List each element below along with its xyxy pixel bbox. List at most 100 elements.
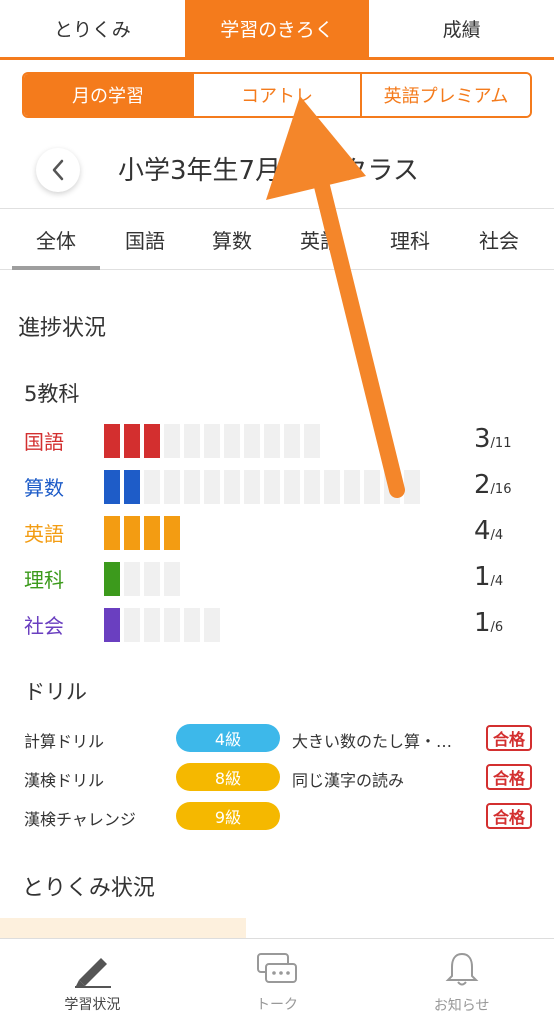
progress-cell-remaining: [164, 470, 180, 504]
nav-label: トーク: [256, 996, 298, 1013]
top-tab-bar: とりくみ 学習のきろく 成績: [0, 0, 554, 60]
progress-count: 3/11: [474, 424, 511, 454]
progress-total: /11: [490, 436, 512, 451]
tab-grades[interactable]: 成績: [369, 0, 554, 57]
pencil-icon: [75, 957, 112, 988]
progress-cell-done: [124, 470, 140, 504]
subject-tab-bar: 全体 国語 算数 英語 理科 社会: [0, 208, 554, 270]
progress-bar: [104, 608, 220, 642]
drill-row[interactable]: 漢検チャレンジ 9級 合格: [24, 802, 534, 832]
progress-cell-remaining: [264, 424, 280, 458]
pass-badge: 合格: [486, 725, 532, 751]
drill-task: 大きい数のたし算・…: [292, 732, 453, 751]
subject-name: 算数: [24, 476, 64, 500]
drill-row[interactable]: 漢検ドリル 8級 同じ漢字の読み 合格: [24, 763, 534, 793]
progress-cell-remaining: [284, 424, 300, 458]
tab-social-studies[interactable]: 社会: [456, 209, 542, 269]
progress-cell-done: [104, 608, 120, 642]
progress-done: 2: [474, 470, 491, 500]
grade-pill: 8級: [176, 763, 280, 791]
five-subjects-title: 5教科: [24, 382, 80, 406]
subject-name: 理科: [24, 568, 64, 592]
progress-count: 4/4: [474, 516, 503, 546]
tab-math[interactable]: 算数: [190, 209, 274, 269]
progress-cell-remaining: [264, 470, 280, 504]
activity-section-title: とりくみ状況: [22, 876, 155, 901]
progress-cell-remaining: [204, 424, 220, 458]
progress-cell-remaining: [364, 470, 380, 504]
segment-core-training[interactable]: コアトレ: [194, 74, 362, 116]
progress-cell-remaining: [244, 470, 260, 504]
bell-icon: [445, 952, 479, 985]
progress-bar: [104, 470, 420, 504]
progress-row: 算数 2/16: [24, 470, 534, 504]
nav-notices[interactable]: お知らせ: [369, 939, 554, 1024]
grade-pill: 9級: [176, 802, 280, 830]
progress-bar: [104, 516, 180, 550]
progress-cell-remaining: [144, 608, 160, 642]
progress-cell-remaining: [144, 562, 160, 596]
tab-study-record[interactable]: 学習のきろく: [184, 0, 370, 57]
progress-total: /6: [490, 620, 504, 635]
segment-english-premium[interactable]: 英語プレミアム: [362, 74, 530, 116]
progress-cell-remaining: [224, 424, 240, 458]
chevron-left-icon: [52, 159, 64, 181]
chat-icon: [257, 952, 297, 983]
subject-name: 英語: [24, 522, 64, 546]
progress-row: 社会 1/6: [24, 608, 534, 642]
progress-cell-remaining: [244, 424, 260, 458]
progress-count: 1/6: [474, 608, 503, 638]
progress-cell-done: [164, 516, 180, 550]
progress-cell-remaining: [324, 470, 340, 504]
nav-study-status[interactable]: 学習状況: [0, 939, 185, 1024]
tab-all-subjects[interactable]: 全体: [12, 209, 100, 270]
progress-cell-remaining: [124, 608, 140, 642]
progress-cell-remaining: [284, 470, 300, 504]
progress-cell-done: [104, 424, 120, 458]
pass-badge: 合格: [486, 803, 532, 829]
progress-cell-remaining: [144, 470, 160, 504]
progress-total: /4: [490, 574, 504, 589]
nav-label: お知らせ: [433, 997, 490, 1014]
progress-cell-done: [144, 424, 160, 458]
tab-activities[interactable]: とりくみ: [0, 0, 185, 57]
pass-badge: 合格: [486, 764, 532, 790]
progress-cell-done: [104, 562, 120, 596]
tab-english[interactable]: 英語: [278, 209, 362, 269]
subject-name: 社会: [24, 614, 64, 638]
drill-row[interactable]: 計算ドリル 4級 大きい数のたし算・… 合格: [24, 724, 534, 754]
progress-count: 2/16: [474, 470, 511, 500]
subject-name: 国語: [24, 430, 64, 454]
progress-cell-done: [104, 470, 120, 504]
progress-cell-remaining: [184, 608, 200, 642]
progress-total: /16: [490, 482, 512, 497]
progress-done: 4: [474, 516, 491, 546]
tab-japanese[interactable]: 国語: [103, 209, 187, 269]
progress-done: 1: [474, 562, 491, 592]
back-button[interactable]: [36, 148, 80, 192]
grade-pill: 4級: [176, 724, 280, 752]
progress-cell-remaining: [384, 470, 400, 504]
study-type-segments: 月の学習 コアトレ 英語プレミアム: [22, 72, 532, 118]
progress-cell-remaining: [164, 562, 180, 596]
progress-cell-remaining: [204, 470, 220, 504]
progress-cell-done: [124, 516, 140, 550]
progress-cell-remaining: [304, 470, 320, 504]
progress-cell-remaining: [184, 470, 200, 504]
tab-science[interactable]: 理科: [366, 209, 454, 269]
progress-cell-remaining: [184, 424, 200, 458]
progress-total: /4: [490, 528, 504, 543]
progress-cell-remaining: [224, 470, 240, 504]
drill-name: 計算ドリル: [24, 732, 105, 751]
bottom-navigation: 学習状況 トーク お知らせ: [0, 938, 554, 1024]
progress-cell-remaining: [164, 424, 180, 458]
nav-label: 学習状況: [64, 996, 121, 1013]
progress-cell-remaining: [344, 470, 360, 504]
progress-count: 1/4: [474, 562, 503, 592]
segment-monthly-study[interactable]: 月の学習: [24, 74, 194, 116]
drill-section-title: ドリル: [24, 680, 87, 704]
progress-row: 英語 4/4: [24, 516, 534, 550]
drill-name: 漢検ドリル: [24, 771, 105, 790]
nav-talk[interactable]: トーク: [185, 939, 370, 1024]
progress-done: 3: [474, 424, 491, 454]
